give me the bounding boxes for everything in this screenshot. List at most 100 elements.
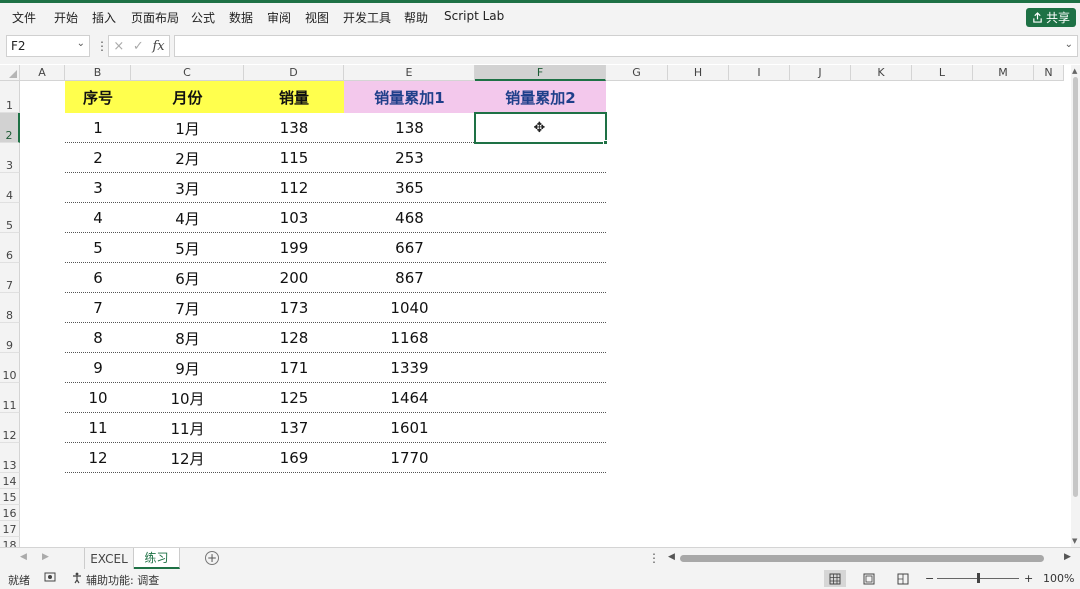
- row-header-11[interactable]: 11: [0, 383, 20, 413]
- cell-sales[interactable]: 173: [244, 293, 344, 323]
- scroll-left-icon[interactable]: ◀: [668, 552, 675, 562]
- row-header-17[interactable]: 17: [0, 521, 20, 537]
- row-header-2[interactable]: 2: [0, 113, 20, 143]
- cell-sales[interactable]: 171: [244, 353, 344, 383]
- accessibility-status[interactable]: 辅助功能: 调查: [86, 572, 159, 588]
- cell-cumulative-2[interactable]: [475, 323, 606, 353]
- row-header-15[interactable]: 15: [0, 489, 20, 505]
- cell-seq[interactable]: 3: [65, 173, 131, 203]
- zoom-slider-thumb[interactable]: [977, 573, 980, 583]
- row-header-1[interactable]: 1: [0, 81, 20, 113]
- cell-cumulative-1[interactable]: 867: [344, 263, 475, 293]
- cell-cumulative-1[interactable]: 1168: [344, 323, 475, 353]
- cell-month[interactable]: 7月: [131, 293, 244, 323]
- column-header-e[interactable]: E: [344, 65, 475, 81]
- insert-function-icon[interactable]: fx: [152, 39, 164, 54]
- cell-month[interactable]: 2月: [131, 143, 244, 173]
- normal-view-icon[interactable]: [824, 570, 846, 587]
- column-header-f[interactable]: F: [475, 65, 606, 81]
- cell-seq[interactable]: 1: [65, 113, 131, 143]
- cell-month[interactable]: 9月: [131, 353, 244, 383]
- cell-cumulative-2[interactable]: [475, 173, 606, 203]
- cell-cumulative-2[interactable]: [475, 443, 606, 473]
- cell-cumulative-2[interactable]: [475, 233, 606, 263]
- column-header-j[interactable]: J: [790, 65, 851, 81]
- menu-help[interactable]: 帮助: [404, 9, 428, 26]
- cell-month[interactable]: 11月: [131, 413, 244, 443]
- cell-month[interactable]: 10月: [131, 383, 244, 413]
- row-header-7[interactable]: 7: [0, 263, 20, 293]
- cell-sales[interactable]: 138: [244, 113, 344, 143]
- cell-seq[interactable]: 11: [65, 413, 131, 443]
- cell-seq[interactable]: 4: [65, 203, 131, 233]
- header-seq[interactable]: 序号: [65, 81, 131, 113]
- column-header-b[interactable]: B: [65, 65, 131, 81]
- column-header-c[interactable]: C: [131, 65, 244, 81]
- cell-cumulative-1[interactable]: 253: [344, 143, 475, 173]
- cell-cumulative-2[interactable]: [475, 383, 606, 413]
- cell-month[interactable]: 12月: [131, 443, 244, 473]
- cell-cumulative-1[interactable]: 667: [344, 233, 475, 263]
- cell-seq[interactable]: 2: [65, 143, 131, 173]
- column-header-g[interactable]: G: [606, 65, 668, 81]
- cell-sales[interactable]: 200: [244, 263, 344, 293]
- cell-seq[interactable]: 8: [65, 323, 131, 353]
- horizontal-scroll-thumb[interactable]: [680, 555, 1044, 562]
- cell-cumulative-2[interactable]: [475, 143, 606, 173]
- menu-file[interactable]: 文件: [12, 9, 36, 26]
- cell-sales[interactable]: 199: [244, 233, 344, 263]
- zoom-out-icon[interactable]: −: [925, 572, 934, 585]
- menu-formulas[interactable]: 公式: [191, 9, 215, 26]
- cell-cumulative-1[interactable]: 1770: [344, 443, 475, 473]
- cell-sales[interactable]: 115: [244, 143, 344, 173]
- worksheet-grid[interactable]: A B C D E F G H I J K L M N 1 2 3 4 5 6 7 8 9 10 11 12 13 14 15 16 17 1…: [0, 65, 1080, 547]
- fill-handle[interactable]: [603, 140, 608, 145]
- menu-developer[interactable]: 开发工具: [343, 9, 391, 26]
- next-sheet-icon[interactable]: ▶: [42, 552, 49, 562]
- row-header-10[interactable]: 10: [0, 353, 20, 383]
- select-all-corner[interactable]: [0, 65, 20, 81]
- header-sales[interactable]: 销量: [244, 81, 344, 113]
- menu-page-layout[interactable]: 页面布局: [131, 9, 179, 26]
- cell-sales[interactable]: 103: [244, 203, 344, 233]
- menu-home[interactable]: 开始: [54, 9, 78, 26]
- menu-script-lab[interactable]: Script Lab: [444, 9, 504, 23]
- cell-seq[interactable]: 6: [65, 263, 131, 293]
- row-header-8[interactable]: 8: [0, 293, 20, 323]
- cell-sales[interactable]: 128: [244, 323, 344, 353]
- row-header-6[interactable]: 6: [0, 233, 20, 263]
- header-cumulative-2[interactable]: 销量累加2: [475, 81, 606, 113]
- cell-sales[interactable]: 137: [244, 413, 344, 443]
- row-header-16[interactable]: 16: [0, 505, 20, 521]
- cell-sales[interactable]: 125: [244, 383, 344, 413]
- prev-sheet-icon[interactable]: ◀: [20, 552, 27, 562]
- row-header-9[interactable]: 9: [0, 323, 20, 353]
- row-header-14[interactable]: 14: [0, 473, 20, 489]
- macro-record-icon[interactable]: [44, 572, 56, 586]
- column-header-i[interactable]: I: [729, 65, 790, 81]
- cell-seq[interactable]: 7: [65, 293, 131, 323]
- cell-month[interactable]: 4月: [131, 203, 244, 233]
- column-header-l[interactable]: L: [912, 65, 973, 81]
- sheet-tab-excel[interactable]: EXCEL: [84, 548, 134, 569]
- header-cumulative-1[interactable]: 销量累加1: [344, 81, 475, 113]
- column-header-m[interactable]: M: [973, 65, 1034, 81]
- add-sheet-icon[interactable]: +: [205, 551, 219, 565]
- page-layout-icon[interactable]: [858, 570, 880, 587]
- scroll-up-icon[interactable]: ▲: [1072, 67, 1077, 75]
- zoom-in-icon[interactable]: +: [1024, 572, 1033, 585]
- cell-cumulative-2[interactable]: [475, 263, 606, 293]
- row-header-3[interactable]: 3: [0, 143, 20, 173]
- cell-cumulative-1[interactable]: 1464: [344, 383, 475, 413]
- row-header-5[interactable]: 5: [0, 203, 20, 233]
- row-header-12[interactable]: 12: [0, 413, 20, 443]
- row-header-13[interactable]: 13: [0, 443, 20, 473]
- menu-view[interactable]: 视图: [305, 9, 329, 26]
- zoom-level[interactable]: 100%: [1043, 572, 1074, 585]
- cell-cumulative-1[interactable]: 468: [344, 203, 475, 233]
- share-button[interactable]: 共享: [1025, 8, 1076, 27]
- menu-insert[interactable]: 插入: [92, 9, 116, 26]
- cell-cumulative-1[interactable]: 1040: [344, 293, 475, 323]
- cell-cumulative-2[interactable]: [475, 413, 606, 443]
- cell-sales[interactable]: 169: [244, 443, 344, 473]
